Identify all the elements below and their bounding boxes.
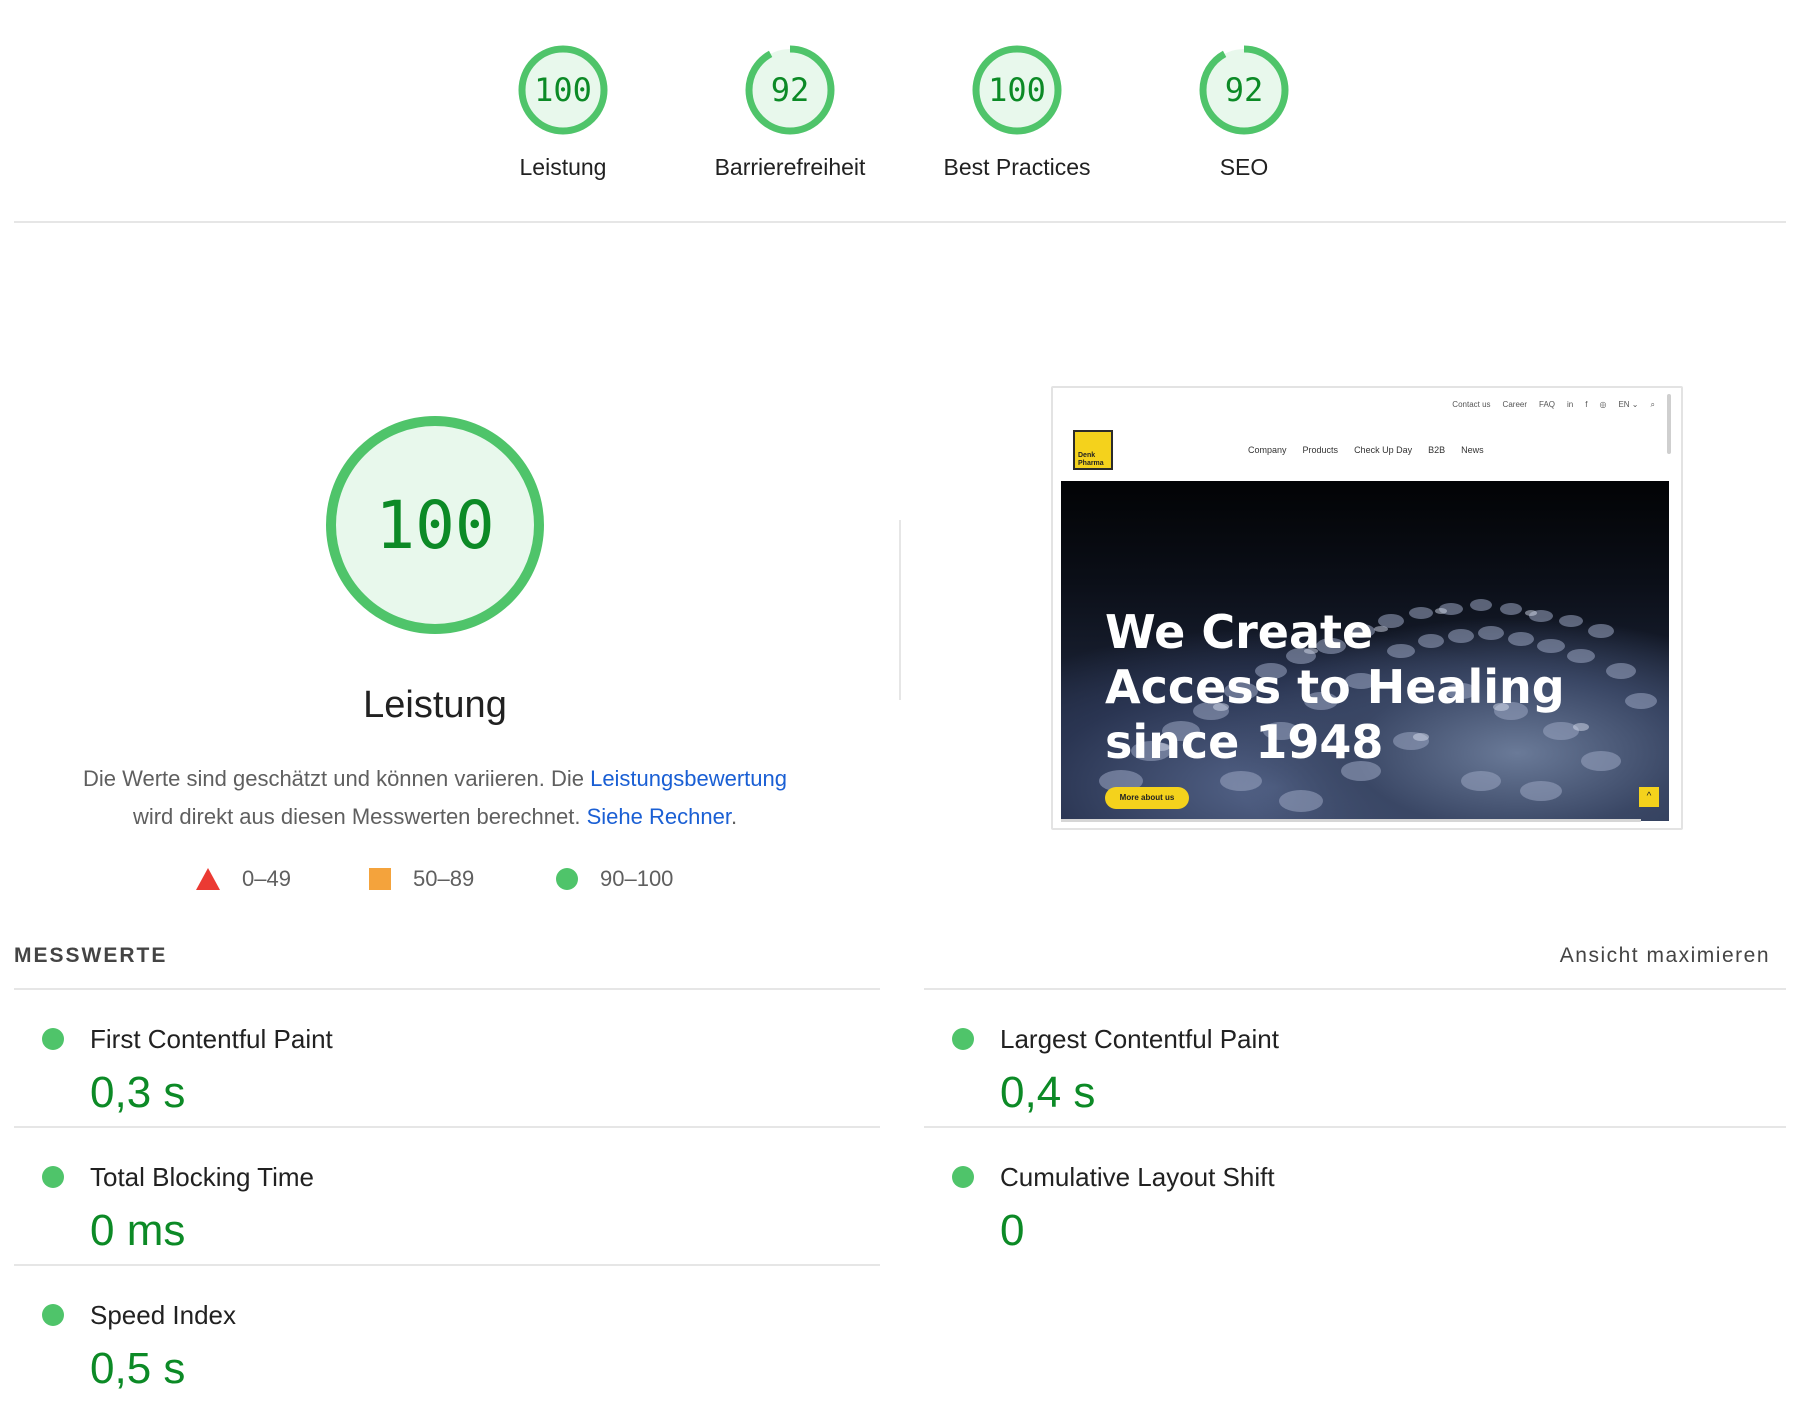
metric-cumulative-layout-shift[interactable]: Cumulative Layout Shift 0 (924, 1128, 1784, 1266)
thumb-nav-item: Company (1248, 445, 1287, 455)
thumbnail-hero: We Create Access to Healing since 1948 M… (1061, 481, 1669, 821)
headline-line: Access to Healing (1105, 660, 1565, 714)
facebook-icon: f (1585, 400, 1588, 409)
desc-text: wird direkt aus diesen Messwerten berech… (132, 804, 587, 829)
thumb-nav-item: Products (1302, 445, 1339, 455)
gauge-seo[interactable]: 92 SEO (1134, 42, 1354, 181)
thumb-nav-item: Contact us (1452, 400, 1491, 409)
metric-name: Cumulative Layout Shift (1000, 1162, 1275, 1192)
thumbnail-scrollbar (1667, 394, 1671, 454)
thumbnail-top-nav: Contact us Career FAQ in f ◎ EN ⌄ ⌕ (1452, 400, 1655, 410)
language-select: EN ⌄ (1618, 400, 1639, 409)
metrics-header: MESSWERTE (14, 944, 168, 967)
performance-score: 100 (375, 487, 494, 564)
performance-gauge: 100 (322, 412, 548, 643)
scoring-link[interactable]: Leistungsbewertung (590, 766, 787, 791)
gauge-score: 100 (534, 71, 592, 109)
thumb-nav-item: FAQ (1539, 400, 1556, 409)
gauge-accessibility[interactable]: 92 Barrierefreiheit (680, 42, 900, 181)
desc-text: Die Werte sind geschätzt und können vari… (82, 766, 591, 791)
desc-text: . (730, 804, 738, 829)
performance-description: Die Werte sind geschätzt und können vari… (40, 760, 830, 836)
thumb-nav-item: B2B (1428, 445, 1446, 455)
gauge-performance[interactable]: 100 Leistung (453, 42, 673, 181)
gauge-label: Leistung (519, 154, 607, 180)
vertical-divider (899, 520, 901, 700)
gauge-ring-icon: 92 (745, 45, 835, 135)
chevron-up-icon: ^ (1639, 787, 1659, 807)
thumb-nav-item: Check Up Day (1354, 445, 1413, 455)
pass-circle-icon (42, 1304, 64, 1326)
legend-range: 90–100 (600, 866, 674, 891)
thumbnail-logo: Denk Pharma (1073, 430, 1113, 470)
score-summary: 100 Leistung 92 Barrierefreiheit 100 Bes… (0, 0, 1800, 222)
metric-largest-contentful-paint[interactable]: Largest Contentful Paint 0,4 s (924, 990, 1784, 1128)
pass-circle-icon (42, 1028, 64, 1050)
calculator-link[interactable]: Siehe Rechner (587, 804, 731, 829)
gauge-label: Barrierefreiheit (714, 154, 866, 180)
final-screenshot[interactable]: Contact us Career FAQ in f ◎ EN ⌄ ⌕ Denk… (1051, 386, 1683, 830)
gauge-label: SEO (1219, 154, 1269, 180)
divider (14, 221, 1786, 223)
gauge-score: 92 (1225, 71, 1264, 109)
metric-name: Largest Contentful Paint (1000, 1024, 1279, 1054)
thumbnail-headline: We Create Access to Healing since 1948 (1105, 605, 1625, 770)
metric-name: Speed Index (90, 1300, 237, 1330)
expand-view-toggle[interactable]: Ansicht maximieren (1560, 944, 1770, 968)
legend-range: 0–49 (242, 866, 291, 891)
metric-name: Total Blocking Time (90, 1162, 314, 1192)
metric-value: 0 (1000, 1206, 1025, 1255)
triangle-icon (196, 868, 220, 890)
gauge-ring-icon: 100 (972, 45, 1062, 135)
gauge-ring-icon: 100 (326, 416, 544, 634)
gauge-score: 92 (771, 71, 810, 109)
circle-icon (556, 868, 578, 890)
linkedin-icon: in (1567, 400, 1574, 409)
thumb-nav-item: Career (1502, 400, 1527, 409)
thumb-nav-item: News (1461, 445, 1484, 455)
thumbnail-hscrollbar (1061, 819, 1641, 822)
gauge-ring-icon: 92 (1199, 45, 1289, 135)
legend-range: 50–89 (413, 866, 475, 891)
metric-value: 0,4 s (1000, 1068, 1096, 1117)
gauge-best-practices[interactable]: 100 Best Practices (907, 42, 1127, 181)
metric-speed-index[interactable]: Speed Index 0,5 s (14, 1266, 874, 1403)
thumbnail-main-nav: Company Products Check Up Day B2B News (1248, 445, 1484, 455)
score-legend: 0–49 50–89 90–100 (0, 866, 870, 902)
legend-item-pass: 90–100 (556, 866, 673, 892)
legend-item-fail: 0–49 (196, 866, 291, 892)
headline-line: since 1948 (1105, 715, 1384, 769)
pass-circle-icon (952, 1166, 974, 1188)
instagram-icon: ◎ (1599, 400, 1607, 409)
metric-name: First Contentful Paint (90, 1024, 333, 1054)
metric-value: 0,5 s (90, 1344, 186, 1393)
metric-total-blocking-time[interactable]: Total Blocking Time 0 ms (14, 1128, 874, 1266)
pass-circle-icon (42, 1166, 64, 1188)
performance-title: Leistung (363, 684, 507, 726)
thumbnail-cta-button: More about us (1105, 787, 1189, 809)
pass-circle-icon (952, 1028, 974, 1050)
metric-value: 0,3 s (90, 1068, 186, 1117)
metric-first-contentful-paint[interactable]: First Contentful Paint 0,3 s (14, 990, 874, 1128)
headline-line: We Create (1105, 605, 1374, 659)
gauge-label: Best Practices (943, 154, 1091, 180)
search-icon: ⌕ (1650, 400, 1655, 409)
square-icon (369, 868, 391, 890)
legend-item-average: 50–89 (369, 866, 474, 892)
gauge-score: 100 (988, 71, 1046, 109)
metric-value: 0 ms (90, 1206, 186, 1255)
gauge-ring-icon: 100 (518, 45, 608, 135)
